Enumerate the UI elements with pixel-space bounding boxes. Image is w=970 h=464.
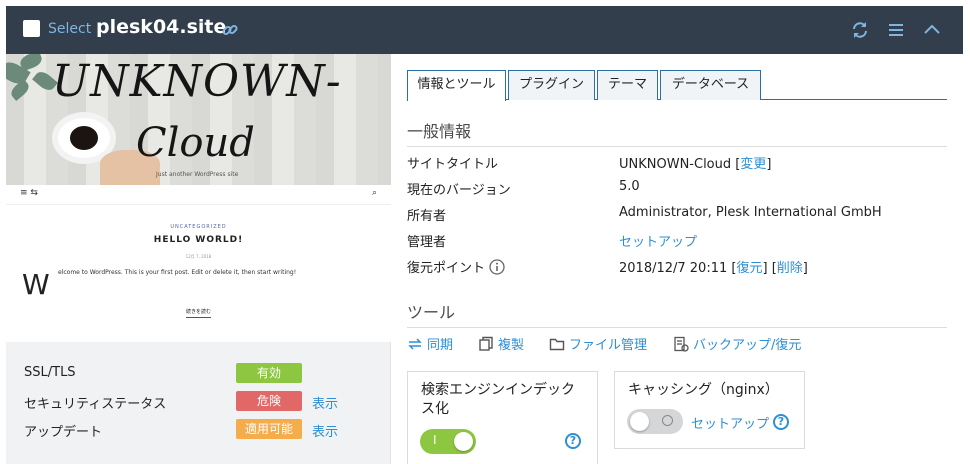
search-icon: ⌕	[371, 188, 377, 198]
help-icon[interactable]: ?	[565, 433, 581, 449]
search-index-title: 検索エンジンインデック	[421, 382, 575, 398]
file-manager-label: ファイル管理	[569, 338, 648, 353]
post-title: HELLO WORLD!	[153, 235, 244, 245]
backup-restore-tool[interactable]: バックアップ/復元	[673, 334, 801, 353]
restore-point-label: 復元ポイント	[407, 261, 486, 276]
updates-show-link[interactable]: 表示	[312, 421, 338, 440]
admin-row: 管理者 セットアップ	[407, 231, 947, 251]
restore-link[interactable]: 復元	[736, 261, 762, 276]
version-value: 5.0	[619, 179, 640, 194]
site-title-label: サイトタイトル	[407, 157, 499, 172]
delete-link[interactable]: 削除	[777, 261, 803, 276]
tab-bar: 情報とツール プラグイン テーマ データベース	[407, 70, 947, 101]
status-label: セキュリティステータス	[24, 397, 167, 412]
version-row: 現在のバージョン 5.0	[407, 179, 947, 199]
general-info-heading: 一般情報	[407, 118, 947, 147]
caching-title: キャッシング（nginx）	[628, 382, 779, 398]
site-banner-image: UNKNOWN- Cloud Just another WordPress si…	[6, 54, 391, 185]
owner-label: 所有者	[407, 209, 447, 224]
caching-toggle[interactable]	[627, 409, 683, 434]
clone-label: 複製	[498, 338, 525, 353]
sync-label: 同期	[427, 338, 454, 353]
status-label: アップデート	[24, 425, 103, 440]
tab-themes[interactable]: テーマ	[597, 70, 658, 100]
tab-databases[interactable]: データベース	[660, 70, 761, 100]
status-badge: 適用可能	[236, 419, 302, 439]
clone-tool[interactable]: 複製	[478, 334, 524, 353]
admin-label: 管理者	[407, 235, 447, 250]
tools-heading: ツール	[407, 299, 947, 328]
site-name: plesk04.site	[96, 16, 227, 38]
site-header: Select plesk04.site	[6, 6, 963, 54]
post-date: 12月 7, 2018	[185, 254, 212, 259]
owner-row: 所有者 Administrator, Plesk International G…	[407, 205, 947, 225]
post-excerpt: elcome to WordPress. This is your first …	[58, 269, 297, 276]
banner-tagline: Just another WordPress site	[156, 171, 239, 178]
status-badge: 危険	[236, 391, 302, 411]
tab-info-tools[interactable]: 情報とツール	[407, 70, 506, 101]
security-show-link[interactable]: 表示	[312, 393, 338, 412]
caching-setup-link[interactable]: セットアップ	[691, 413, 769, 432]
select-label[interactable]: Select	[48, 21, 91, 37]
clone-icon	[479, 336, 493, 351]
change-title-link[interactable]: 変更	[740, 157, 766, 172]
site-title-value: UNKNOWN-Cloud	[619, 157, 732, 172]
collapse-chevron-up-icon[interactable]	[922, 20, 942, 44]
version-label: 現在のバージョン	[407, 183, 511, 198]
site-screenshot[interactable]: UNKNOWN- Cloud Just another WordPress si…	[6, 54, 391, 342]
search-index-toggle[interactable]: I	[420, 429, 476, 454]
coffee-cup-image	[58, 118, 110, 158]
post-dropcap: W	[22, 268, 50, 301]
status-badge: 有効	[236, 363, 302, 383]
banner-title-line2: Cloud	[136, 120, 255, 166]
admin-setup-link[interactable]: セットアップ	[619, 231, 697, 250]
info-icon[interactable]	[489, 259, 505, 276]
restore-point-value: 2018/12/7 20:11	[619, 261, 728, 276]
tab-plugins[interactable]: プラグイン	[508, 70, 595, 100]
menu-icon[interactable]	[887, 20, 905, 44]
link-icon[interactable]	[221, 21, 239, 43]
restore-point-row: 復元ポイント 2018/12/7 20:11 [復元] [削除]	[407, 259, 808, 276]
owner-value: Administrator, Plesk International GmbH	[619, 205, 882, 220]
site-title-row: サイトタイトル UNKNOWN-Cloud [変更]	[407, 153, 947, 173]
tools-row: 同期 複製 ファイル管理 バックアップ/復元	[407, 334, 947, 354]
preview-nav-bar: ≡ ⇆ ⌕	[6, 185, 391, 205]
read-more-link: 続きを読む	[185, 309, 211, 315]
file-manager-tool[interactable]: ファイル管理	[549, 334, 647, 353]
backup-restore-label: バックアップ/復元	[693, 338, 802, 353]
backup-icon	[674, 336, 689, 352]
folder-icon	[549, 338, 565, 351]
sync-icon	[408, 338, 422, 350]
caching-card: キャッシング（nginx） セットアップ ?	[614, 371, 805, 449]
sync-tool[interactable]: 同期	[407, 334, 453, 353]
search-index-card: 検索エンジンインデック ス化 I ?	[407, 371, 598, 464]
select-checkbox[interactable]	[23, 20, 40, 37]
banner-title-line1: UNKNOWN-	[52, 56, 342, 107]
help-icon[interactable]: ?	[773, 414, 789, 430]
site-preview-panel: UNKNOWN- Cloud Just another WordPress si…	[6, 54, 391, 464]
hamburger-icon: ≡ ⇆	[20, 188, 38, 198]
refresh-icon[interactable]	[850, 20, 870, 44]
status-label: SSL/TLS	[24, 365, 76, 380]
post-category: UNCATEGORIZED	[170, 224, 227, 230]
